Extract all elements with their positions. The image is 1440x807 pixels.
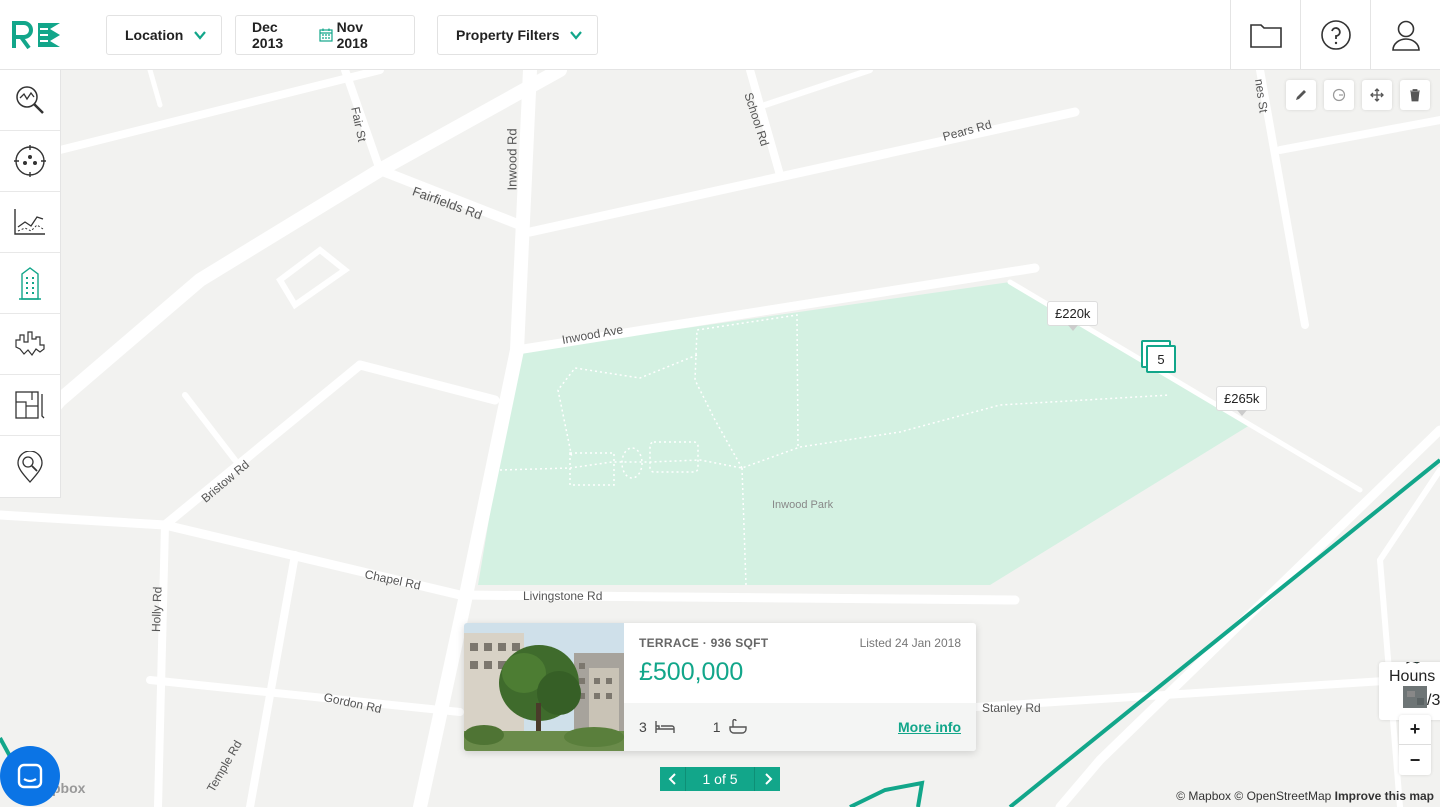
property-filters-dropdown[interactable]: Property Filters [437,15,599,55]
account-button[interactable] [1370,0,1440,70]
satellite-thumbnail [1403,686,1427,708]
bath-icon [728,719,747,734]
people-target-icon [14,145,46,177]
move-button[interactable] [1362,80,1392,110]
card-pager: 1 of 5 [660,767,780,791]
skyline-icon [15,331,45,357]
chevron-down-icon [570,31,583,40]
sidebar-item-floorplans[interactable] [0,375,60,436]
sidebar-item-skyline[interactable] [0,314,60,375]
chevron-right-icon [764,773,772,785]
street-label: Holly Rd [149,586,165,633]
layer-sublabel: /3 [1427,692,1440,709]
price-marker[interactable]: £220k [1047,301,1099,331]
help-icon [1320,20,1351,50]
map-pin-search-icon [17,450,43,483]
pencil-icon [1296,90,1306,100]
trash-icon [1410,89,1420,102]
map-layers-icon [1406,662,1421,664]
calendar-icon [319,28,333,42]
property-photo [464,623,624,751]
zoom-controls: + − [1399,715,1431,775]
zoom-out-button[interactable]: − [1399,745,1431,775]
folder-button[interactable] [1230,0,1300,70]
move-icon [1370,88,1384,102]
street-label: Stanley Rd [982,701,1041,715]
chat-icon [17,763,43,789]
draw-button[interactable] [1286,80,1316,110]
street-label: Livingstone Rd [523,589,603,603]
logo-icon[interactable] [12,20,62,50]
line-chart-icon [14,209,45,235]
more-info-link[interactable]: More info [898,719,961,735]
top-icons [1230,0,1440,70]
prev-button[interactable] [660,767,685,791]
bed-icon [655,721,675,733]
property-filters-label: Property Filters [456,27,560,43]
cluster-marker[interactable]: 5 [1141,340,1177,376]
sidebar [0,70,61,498]
attribution-osm[interactable]: © OpenStreetMap [1234,789,1331,803]
park-label: Inwood Park [772,499,834,511]
layer-label: Houns [1389,668,1436,685]
delete-button[interactable] [1400,80,1430,110]
improve-map-link[interactable]: Improve this map [1335,789,1434,803]
price-marker[interactable]: £265k [1216,386,1268,416]
sidebar-item-market-analysis[interactable] [0,70,60,131]
layer-switcher[interactable]: Houns /3 [1379,662,1440,720]
draw-toolbar [1286,80,1430,110]
chat-launcher[interactable] [0,746,60,806]
radius-button[interactable] [1324,80,1354,110]
property-price: £500,000 [639,658,744,686]
floorplan-icon [15,391,45,419]
baths-count: 1 [712,719,721,735]
chevron-left-icon [668,773,676,785]
help-button[interactable] [1300,0,1370,70]
property-card[interactable]: TERRACE · 936 SQFT Listed 24 Jan 2018 £5… [464,623,976,751]
listed-date: Listed 24 Jan 2018 [859,636,961,650]
date-range-picker[interactable]: Dec 2013 Nov 2018 [235,15,415,55]
beds-count: 3 [639,719,647,735]
circle-radius-icon [1332,88,1346,102]
location-label: Location [125,27,184,43]
page-count: 1 of 5 [685,767,755,791]
top-bar: Location Dec 2013 Nov 2018 Property Filt… [0,0,1440,70]
next-button[interactable] [755,767,780,791]
map-attribution: © Mapbox © OpenStreetMap Improve this ma… [1176,789,1434,803]
sidebar-item-trends[interactable] [0,192,60,253]
chevron-down-icon [194,31,207,40]
cluster-count: 5 [1146,345,1176,373]
sidebar-item-location-search[interactable] [0,436,60,497]
building-icon [19,267,41,300]
attribution-mapbox[interactable]: © Mapbox [1176,789,1231,803]
location-dropdown[interactable]: Location [106,15,223,55]
date-start: Dec 2013 [252,19,284,51]
zoom-in-button[interactable]: + [1399,715,1431,745]
date-end: Nov 2018 [336,19,368,51]
street-label: Inwood Rd [504,128,520,191]
sidebar-item-buildings[interactable] [0,253,60,314]
folder-icon [1249,24,1282,48]
sidebar-item-demographics[interactable] [0,131,60,192]
magnify-chart-icon [16,86,44,114]
user-icon [1391,20,1420,51]
